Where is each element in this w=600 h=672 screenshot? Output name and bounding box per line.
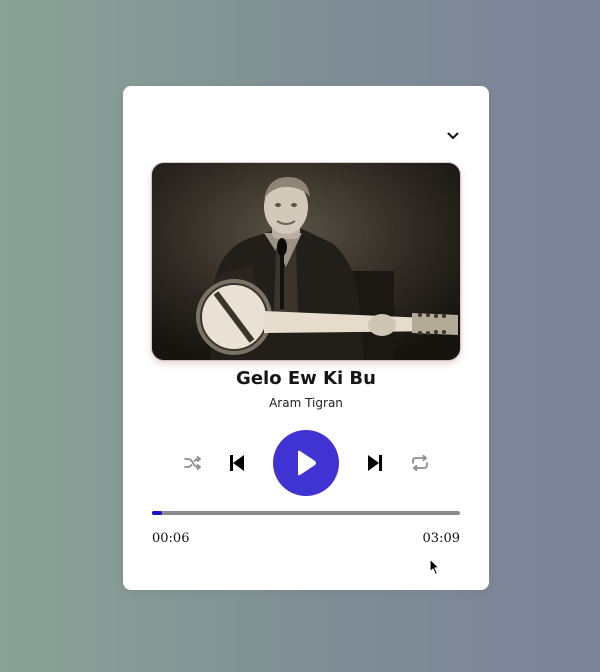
progress-fill xyxy=(152,511,163,515)
album-cover xyxy=(152,163,460,360)
repeat-icon xyxy=(412,455,428,471)
playback-controls xyxy=(123,430,489,496)
progress-bar[interactable] xyxy=(152,511,460,515)
collapse-button[interactable] xyxy=(443,126,463,146)
artist-name: Aram Tigran xyxy=(269,396,343,410)
shuffle-icon xyxy=(184,456,201,470)
previous-button[interactable] xyxy=(228,453,246,473)
play-button[interactable] xyxy=(273,430,339,496)
mouse-cursor-icon xyxy=(429,558,440,576)
song-title: Gelo Ew Ki Bu xyxy=(236,368,376,389)
next-button[interactable] xyxy=(366,453,384,473)
chevron-down-icon xyxy=(447,132,459,139)
skip-previous-icon xyxy=(230,455,244,471)
current-time: 00:06 xyxy=(152,531,190,546)
play-icon xyxy=(298,450,316,476)
repeat-button[interactable] xyxy=(410,454,430,472)
player-card: Gelo Ew Ki Bu Aram Tigran 00:06 03:09 xyxy=(123,86,489,590)
total-time: 03:09 xyxy=(422,531,460,546)
skip-next-icon xyxy=(368,455,382,471)
shuffle-button[interactable] xyxy=(183,454,203,472)
